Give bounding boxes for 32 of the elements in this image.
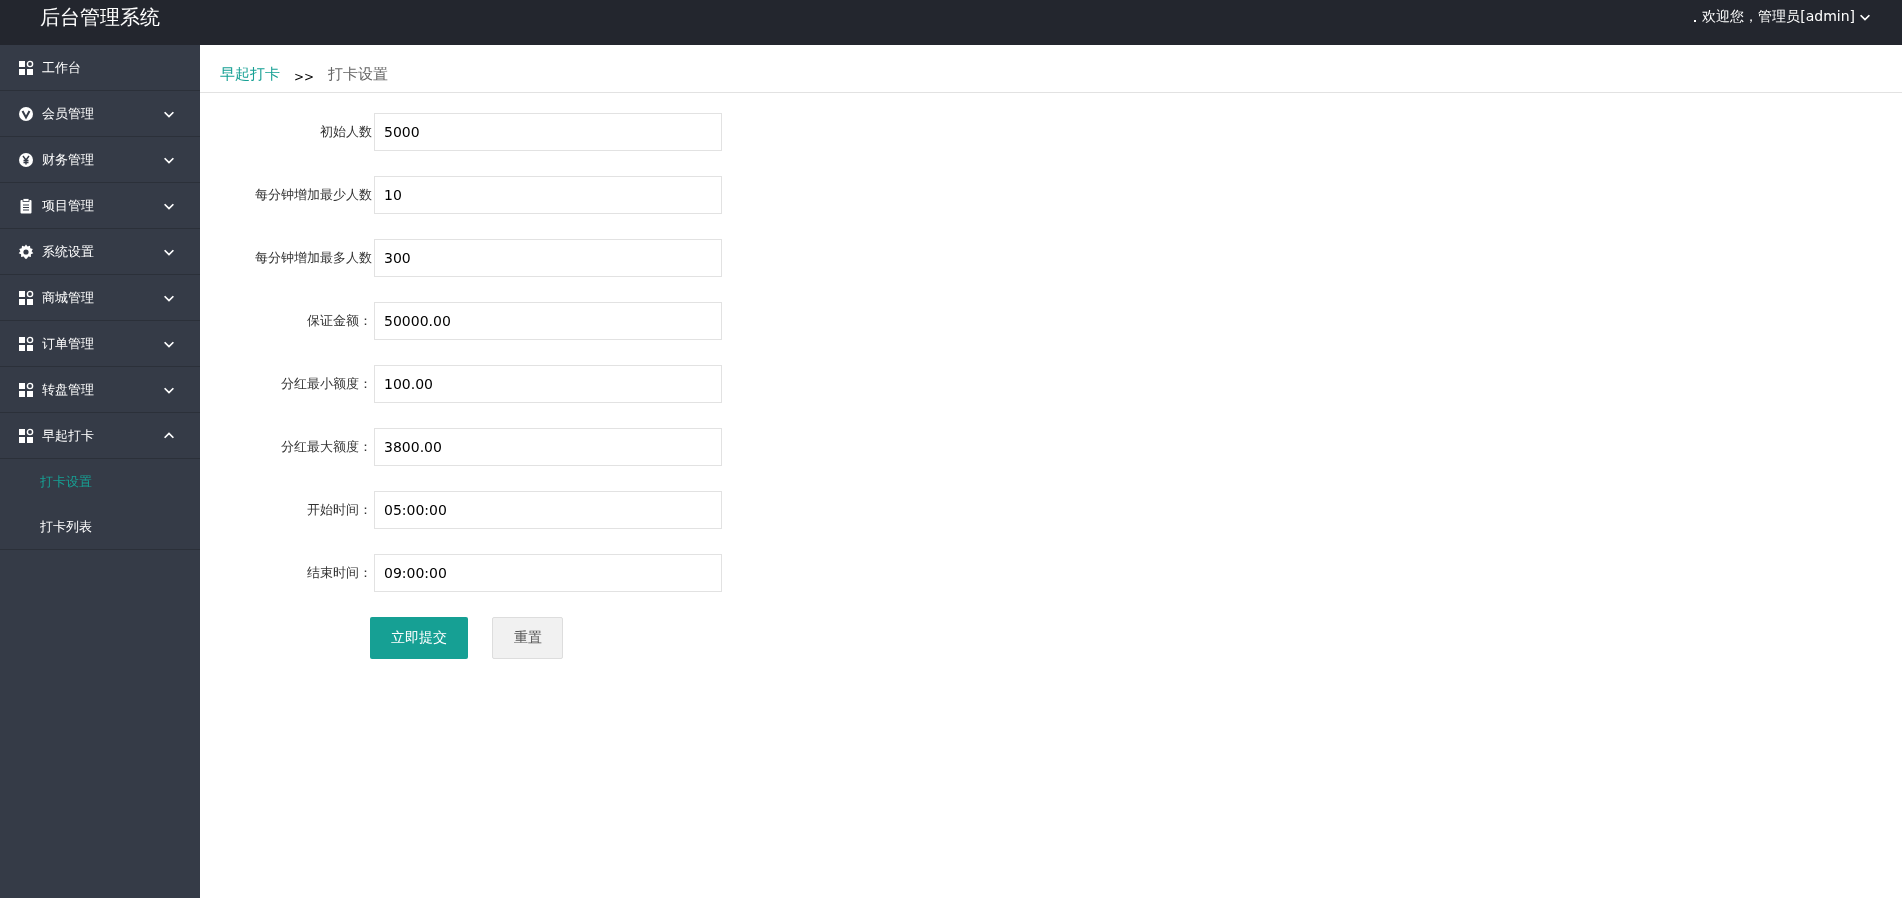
gear-icon: [18, 243, 34, 260]
field-label: 每分钟增加最少人数: [254, 186, 373, 204]
input-field[interactable]: 300: [374, 239, 722, 277]
input-field[interactable]: 50000.00: [374, 302, 722, 340]
submenu-item[interactable]: 打卡设置: [0, 459, 200, 504]
field-label: 分红最小额度：: [280, 375, 373, 393]
field-label: 保证金额：: [306, 312, 373, 330]
input-field[interactable]: 10: [374, 176, 722, 214]
field-label: 结束时间：: [306, 564, 373, 582]
breadcrumb-separator: >>: [294, 70, 315, 84]
input-field[interactable]: 09:00:00: [374, 554, 722, 592]
submenu-item[interactable]: 打卡列表: [0, 504, 200, 549]
input-field[interactable]: 05:00:00: [374, 491, 722, 529]
yen-circle-icon: [18, 151, 34, 168]
apps-icon: [18, 381, 34, 398]
field-label: 每分钟增加最多人数: [254, 249, 373, 267]
field-label: 开始时间：: [306, 501, 373, 519]
apps-icon: [18, 289, 34, 306]
input-field[interactable]: 5000: [374, 113, 722, 151]
apps-icon: [18, 335, 34, 352]
user-menu[interactable]: 欢迎您，管理员[admin]: [1702, 8, 1855, 26]
apps-icon: [18, 427, 34, 444]
v-circle-icon: [18, 105, 34, 122]
app-title: 后台管理系统: [40, 4, 160, 31]
input-field[interactable]: 3800.00: [374, 428, 722, 466]
clipboard-icon: [18, 197, 34, 214]
reset-button[interactable]: 重置: [492, 617, 563, 659]
field-label: 分红最大额度：: [280, 438, 373, 456]
field-label: 初始人数: [319, 123, 373, 141]
input-field[interactable]: 100.00: [374, 365, 722, 403]
breadcrumb-current: 打卡设置: [328, 65, 389, 84]
apps-icon: [18, 59, 34, 76]
